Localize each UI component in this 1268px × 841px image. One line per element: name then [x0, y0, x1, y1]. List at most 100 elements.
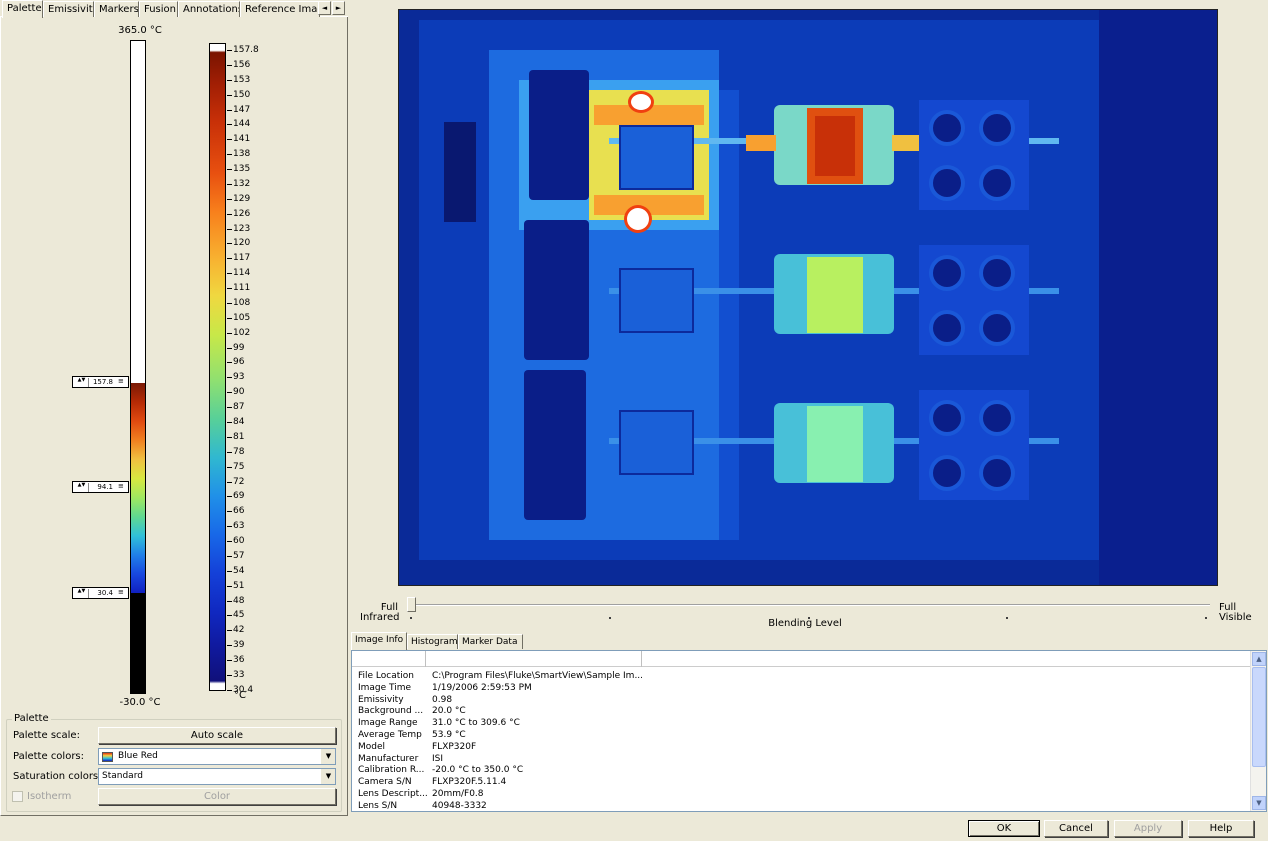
tab-palette[interactable]: Palette	[2, 0, 43, 18]
column-header-value[interactable]	[426, 651, 642, 667]
scale-unit-label: °C	[234, 690, 246, 701]
saturation-colors-value: Standard	[102, 771, 143, 781]
slider-tick	[410, 617, 412, 619]
marker-value[interactable]: 30.4	[91, 588, 113, 598]
marker-high[interactable]: ▲▼ 157.8 ≡	[72, 376, 129, 388]
scale-tick	[227, 600, 232, 602]
palette-max-label: 365.0 °C	[118, 25, 162, 36]
scale-tick	[227, 451, 232, 453]
scale-tick-label: 81	[233, 431, 245, 442]
scale-tick	[227, 169, 232, 171]
column-header-name[interactable]	[352, 651, 426, 667]
scroll-up-button[interactable]: ▲	[1252, 652, 1266, 666]
scale-tick	[227, 198, 232, 200]
scale-tick-label: 126	[233, 208, 251, 219]
tab-scroll-left-button[interactable]: ◄	[318, 1, 331, 15]
scale-tick-label: 153	[233, 74, 251, 85]
tab-label: Palette	[7, 3, 42, 14]
scale-tick-label: 54	[233, 565, 245, 576]
scale-tick-label: 138	[233, 149, 251, 160]
thermal-image[interactable]	[398, 9, 1218, 586]
scale-tick-label: 96	[233, 357, 245, 368]
grip-icon[interactable]: ≡	[118, 483, 126, 491]
tab-fusion[interactable]: Fusion	[139, 1, 178, 17]
isotherm-checkbox[interactable]	[12, 791, 23, 802]
scale-tick	[227, 392, 232, 394]
slider-tick	[1205, 617, 1207, 619]
chevron-down-icon[interactable]: ▼	[321, 769, 335, 784]
tab-marker-data[interactable]: Marker Data	[458, 634, 523, 649]
scroll-down-button[interactable]: ▼	[1252, 796, 1266, 810]
spin-arrows-icon[interactable]: ▲▼	[75, 483, 89, 492]
scale-tick-label: 157.8	[233, 45, 259, 55]
scale-tick-label: 75	[233, 461, 245, 472]
cancel-button[interactable]: Cancel	[1044, 820, 1108, 837]
scale-tick	[227, 154, 232, 156]
palette-colors-select[interactable]: Blue Red ▼	[98, 748, 336, 765]
scale-tick	[227, 466, 232, 468]
hot-spot	[627, 208, 649, 230]
scale-tick	[227, 183, 232, 185]
scale-tick-label: 105	[233, 312, 251, 323]
scale-tick-label: 147	[233, 104, 251, 115]
grip-icon[interactable]: ≡	[118, 589, 126, 597]
palette-min-label: -30.0 °C	[119, 697, 161, 708]
scale-tick-label: 141	[233, 134, 251, 145]
scale-tick-label: 84	[233, 417, 245, 427]
marker-value[interactable]: 157.8	[91, 377, 113, 387]
marker-value[interactable]: 94.1	[91, 482, 113, 492]
palette-colors-label: Palette colors:	[13, 751, 85, 762]
arrow-left-icon: ◄	[321, 4, 328, 12]
tab-emissivity[interactable]: Emissivity	[43, 1, 94, 17]
saturation-colors-select[interactable]: Standard ▼	[98, 768, 336, 785]
saturation-low-region	[131, 593, 145, 693]
spin-arrows-icon[interactable]: ▲▼	[75, 589, 89, 598]
info-key: Average Temp	[358, 730, 422, 740]
thermal-region	[594, 105, 704, 125]
info-key: Background ...	[358, 706, 424, 717]
ok-button[interactable]: OK	[968, 820, 1040, 837]
scale-tick	[227, 302, 232, 304]
tab-label: Image Info	[355, 635, 404, 645]
scroll-thumb[interactable]	[1252, 667, 1266, 767]
chevron-down-icon[interactable]: ▼	[321, 749, 335, 764]
apply-button[interactable]: Apply	[1114, 820, 1182, 837]
help-button[interactable]: Help	[1188, 820, 1254, 837]
saturation-high-region	[131, 41, 145, 383]
marker-mid[interactable]: ▲▼ 94.1 ≡	[72, 481, 129, 493]
scale-tick	[227, 79, 232, 81]
scale-tick	[227, 526, 232, 528]
grip-icon[interactable]: ≡	[118, 378, 126, 386]
image-info-list[interactable]: File Location C:\Program Files\Fluke\Smar…	[351, 650, 1267, 812]
scale-tick-label: 93	[233, 372, 245, 383]
tab-reference-image[interactable]: Reference Image	[240, 1, 320, 17]
scale-tick	[227, 94, 232, 96]
spin-arrows-icon[interactable]: ▲▼	[75, 378, 89, 387]
scale-tick	[227, 139, 232, 141]
tab-histogram[interactable]: Histogram	[407, 634, 458, 649]
tab-label: Emissivity	[48, 4, 94, 15]
tab-scroll-right-button[interactable]: ►	[332, 1, 345, 15]
scale-tick	[227, 109, 232, 111]
scale-tick	[227, 689, 232, 691]
tab-markers[interactable]: Markers	[94, 1, 139, 17]
vertical-scrollbar[interactable]: ▲ ▼	[1250, 651, 1266, 811]
blend-left-bottom-label: Infrared	[360, 612, 400, 623]
thermal-region	[594, 195, 704, 215]
color-button[interactable]: Color	[98, 788, 336, 805]
auto-scale-button[interactable]: Auto scale	[98, 727, 336, 744]
marker-low[interactable]: ▲▼ 30.4 ≡	[72, 587, 129, 599]
scale-tick-label: 78	[233, 446, 245, 457]
palette-range-bar[interactable]	[130, 40, 146, 694]
tab-annotations[interactable]: Annotations	[178, 1, 240, 17]
blending-slider-thumb[interactable]	[407, 597, 416, 612]
info-value: 1/19/2006 2:59:53 PM	[432, 682, 532, 693]
scale-tick	[227, 317, 232, 319]
thermal-region	[979, 455, 1015, 491]
scale-tick-label: 114	[233, 268, 251, 279]
blending-slider-track[interactable]	[412, 604, 1210, 606]
scale-tick-label: 87	[233, 402, 245, 413]
tab-image-info[interactable]: Image Info	[351, 632, 407, 650]
thermal-region	[929, 255, 965, 291]
scale-tick	[227, 585, 232, 587]
